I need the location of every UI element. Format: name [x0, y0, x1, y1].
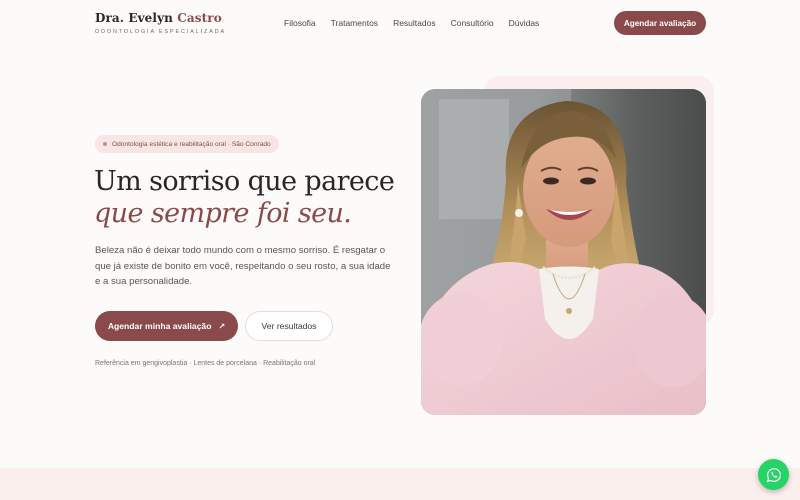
doctor-portrait-photo: [421, 89, 706, 415]
specialty-badge: Odontologia estética e reabilitação oral…: [95, 135, 279, 153]
badge-text: Odontologia estética e reabilitação oral…: [112, 140, 271, 148]
hero-title: Um sorriso que parece: [94, 166, 395, 197]
hero-description: Beleza não é deixar todo mundo com o mes…: [95, 245, 391, 287]
badge-dot: [103, 142, 107, 146]
nav-link-consultorio[interactable]: Consultório: [451, 18, 494, 28]
whatsapp-icon: [766, 467, 781, 482]
main-nav: Filosofia Tratamentos Resultados Consult…: [284, 18, 539, 28]
schedule-appointment-label: Agendar minha avaliação: [107, 321, 212, 331]
portrait-illustration: [421, 89, 706, 415]
brand-last-name: Castro: [177, 11, 222, 25]
brand-name: Dra. Evelyn Castro: [95, 11, 226, 25]
brand-first-name: Dra. Evelyn: [95, 11, 173, 25]
next-section-band: [0, 468, 800, 500]
whatsapp-floating-button[interactable]: [758, 459, 789, 490]
site-header: Dra. Evelyn Castro ODONTOLOGIA ESPECIALI…: [0, 0, 800, 46]
hero-title-italic: que sempre foi seu.: [94, 198, 352, 229]
specialties-list: Referência em gengivoplastia · Lentes de…: [95, 360, 316, 367]
view-results-button[interactable]: Ver resultados: [245, 311, 333, 341]
nav-link-tratamentos[interactable]: Tratamentos: [331, 18, 378, 28]
nav-link-filosofia[interactable]: Filosofia: [284, 18, 316, 28]
brand-subtitle: ODONTOLOGIA ESPECIALIZADA: [95, 29, 226, 35]
brand-logo[interactable]: Dra. Evelyn Castro ODONTOLOGIA ESPECIALI…: [95, 11, 226, 35]
header-cta-button[interactable]: Agendar avaliação: [614, 11, 706, 35]
arrow-up-right-icon: ↗: [218, 321, 226, 331]
nav-link-duvidas[interactable]: Dúvidas: [509, 18, 540, 28]
schedule-appointment-button[interactable]: Agendar minha avaliação ↗: [95, 311, 238, 341]
nav-link-resultados[interactable]: Resultados: [393, 18, 436, 28]
